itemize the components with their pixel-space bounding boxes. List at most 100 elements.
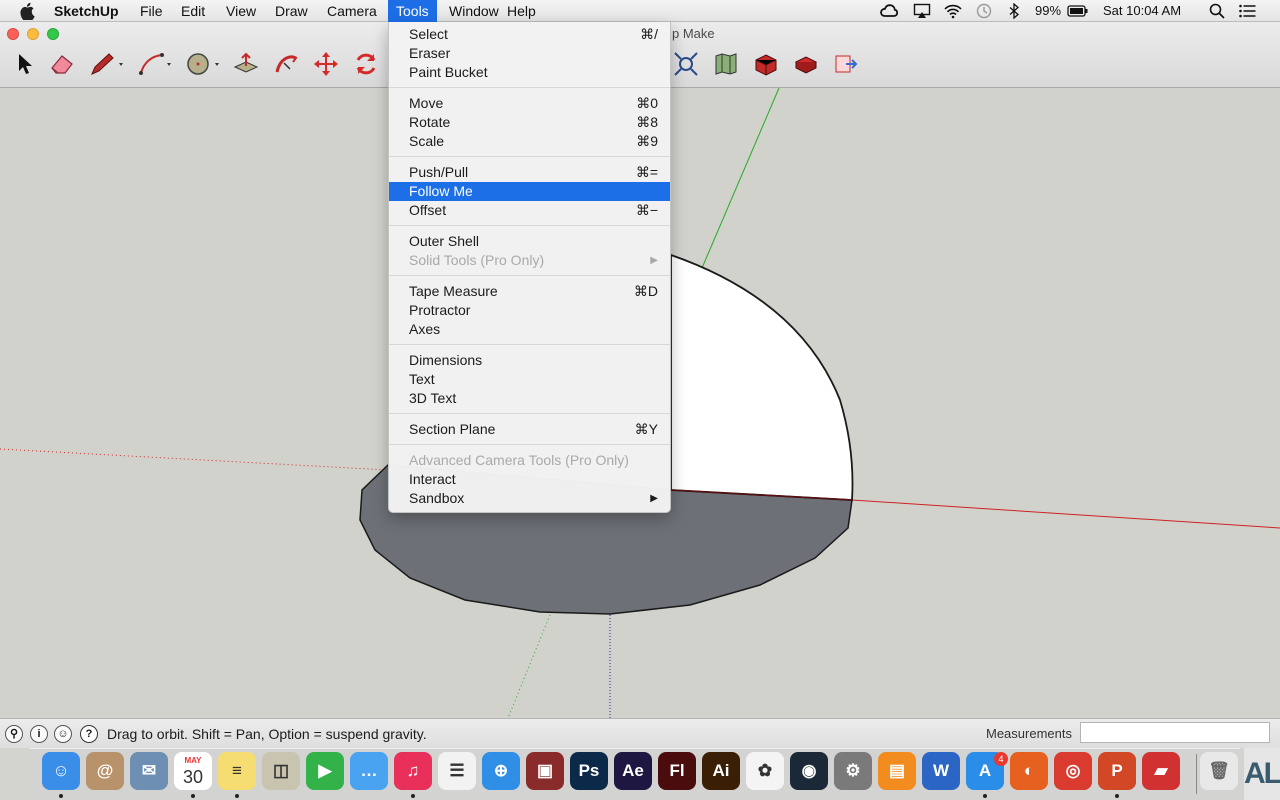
ibooks-icon[interactable]: ▤ <box>878 752 916 790</box>
trash-icon[interactable]: 🗑 <box>1200 752 1238 790</box>
photo-booth-icon[interactable]: ◫ <box>262 752 300 790</box>
menu-item-interact[interactable]: Interact <box>389 470 670 489</box>
menu-item-protractor[interactable]: Protractor <box>389 301 670 320</box>
rotate-tool-icon[interactable] <box>352 50 380 78</box>
zoom-extents-tool-icon[interactable] <box>672 50 700 78</box>
menu-item-3d-text[interactable]: 3D Text <box>389 389 670 408</box>
running-indicator <box>983 794 987 798</box>
menu-tools[interactable]: Tools <box>388 0 437 22</box>
menu-item-solid-tools-pro-only: Solid Tools (Pro Only) ▶ <box>389 251 670 270</box>
arc-tool-icon[interactable] <box>136 50 176 78</box>
menu-item-label: Scale <box>409 133 445 149</box>
firefox-icon[interactable]: ◐ <box>1010 752 1048 790</box>
dock-app-glyph: W <box>932 761 950 780</box>
account-icon[interactable]: ☺ <box>54 725 72 743</box>
menu-separator <box>389 87 670 88</box>
wifi-icon[interactable] <box>944 3 962 19</box>
contacts-icon[interactable]: @ <box>86 752 124 790</box>
menu-item-outer-shell[interactable]: Outer Shell <box>389 232 670 251</box>
menu-item-follow-me[interactable]: Follow Me <box>389 182 670 201</box>
menu-item-eraser[interactable]: Eraser <box>389 44 670 63</box>
spotlight-icon[interactable] <box>1208 3 1226 19</box>
extension-warehouse-tool-icon[interactable] <box>792 50 820 78</box>
menu-separator <box>389 344 670 345</box>
menu-item-push-pull[interactable]: Push/Pull ⌘= <box>389 163 670 182</box>
running-indicator <box>411 794 415 798</box>
itunes-icon[interactable]: ♫ <box>394 752 432 790</box>
dock-app-glyph: ◎ <box>1065 761 1081 780</box>
steam-icon[interactable]: ◉ <box>790 752 828 790</box>
menu-item-scale[interactable]: Scale ⌘9 <box>389 132 670 151</box>
finder-icon[interactable]: ☺ <box>42 752 80 790</box>
photoshop-icon[interactable]: Ps <box>570 752 608 790</box>
move-tool-icon[interactable] <box>312 50 340 78</box>
menu-edit[interactable]: Edit <box>173 0 213 22</box>
send-to-layout-tool-icon[interactable] <box>832 50 860 78</box>
close-window-button[interactable] <box>7 28 19 40</box>
after-effects-icon[interactable]: Ae <box>614 752 652 790</box>
apple-menu-icon[interactable] <box>20 2 36 20</box>
menu-item-sandbox[interactable]: Sandbox ▶ <box>389 489 670 508</box>
menu-item-offset[interactable]: Offset ⌘− <box>389 201 670 220</box>
facetime-icon[interactable]: ▶ <box>306 752 344 790</box>
photo-app-icon[interactable]: ▣ <box>526 752 564 790</box>
menu-draw[interactable]: Draw <box>267 0 316 22</box>
photos-icon[interactable]: ✿ <box>746 752 784 790</box>
airplay-icon[interactable] <box>913 3 931 19</box>
circle-tool-icon[interactable] <box>184 50 224 78</box>
menu-window[interactable]: Window <box>441 0 507 22</box>
zoom-window-button[interactable] <box>47 28 59 40</box>
measurements-input[interactable] <box>1080 722 1270 743</box>
menu-item-tape-measure[interactable]: Tape Measure ⌘D <box>389 282 670 301</box>
menu-file[interactable]: File <box>132 0 171 22</box>
calendar-icon[interactable]: MAY 30 <box>174 752 212 790</box>
warehouse-tool-icon[interactable] <box>752 50 780 78</box>
menu-item-move[interactable]: Move ⌘0 <box>389 94 670 113</box>
menu-item-select[interactable]: Select ⌘/ <box>389 25 670 44</box>
safari-icon[interactable]: ⊕ <box>482 752 520 790</box>
menu-help[interactable]: Help <box>499 0 544 22</box>
menu-item-section-plane[interactable]: Section Plane ⌘Y <box>389 420 670 439</box>
select-tool-icon[interactable] <box>12 50 40 78</box>
flash-icon[interactable]: Fl <box>658 752 696 790</box>
menu-view[interactable]: View <box>218 0 264 22</box>
menu-item-axes[interactable]: Axes <box>389 320 670 339</box>
notification-center-icon[interactable] <box>1238 3 1256 19</box>
instructor-help-icon[interactable]: ? <box>80 725 98 743</box>
messages-icon[interactable]: … <box>350 752 388 790</box>
sketchup-icon[interactable]: ▰ <box>1142 752 1180 790</box>
follow-me-tool-icon[interactable] <box>272 50 300 78</box>
geolocation-icon[interactable]: ⚲ <box>5 725 23 743</box>
eraser-tool-icon[interactable] <box>48 50 76 78</box>
menu-item-label: Axes <box>409 321 441 337</box>
chrome-icon[interactable]: ◎ <box>1054 752 1092 790</box>
menu-item-rotate[interactable]: Rotate ⌘8 <box>389 113 670 132</box>
minimize-window-button[interactable] <box>27 28 39 40</box>
battery-icon[interactable] <box>1067 3 1089 19</box>
system-preferences-icon[interactable]: ⚙ <box>834 752 872 790</box>
menu-separator <box>389 444 670 445</box>
preview-icon[interactable]: ✉ <box>130 752 168 790</box>
clock[interactable]: Sat 10:04 AM <box>1103 0 1181 22</box>
pencil-tool-icon[interactable] <box>88 50 128 78</box>
calendar-month: MAY <box>184 756 202 765</box>
menu-item-text[interactable]: Text <box>389 370 670 389</box>
map-tool-icon[interactable] <box>712 50 740 78</box>
menu-item-label: Paint Bucket <box>409 64 488 80</box>
powerpoint-icon[interactable]: P <box>1098 752 1136 790</box>
menu-item-paint-bucket[interactable]: Paint Bucket <box>389 63 670 82</box>
illustrator-icon[interactable]: Ai <box>702 752 740 790</box>
bluetooth-icon[interactable] <box>1005 3 1023 19</box>
menu-app-name[interactable]: SketchUp <box>46 0 127 22</box>
time-machine-icon[interactable] <box>975 3 993 19</box>
notes-icon[interactable]: ≡ <box>218 752 256 790</box>
reminders-icon[interactable]: ☰ <box>438 752 476 790</box>
creative-cloud-icon[interactable] <box>880 3 898 19</box>
credits-icon[interactable]: i <box>30 725 48 743</box>
dock-app-glyph: P <box>1111 761 1123 780</box>
word-icon[interactable]: W <box>922 752 960 790</box>
push-pull-tool-icon[interactable] <box>232 50 260 78</box>
menu-item-dimensions[interactable]: Dimensions <box>389 351 670 370</box>
menu-camera[interactable]: Camera <box>319 0 385 22</box>
dock-app-glyph: ◫ <box>272 761 290 780</box>
